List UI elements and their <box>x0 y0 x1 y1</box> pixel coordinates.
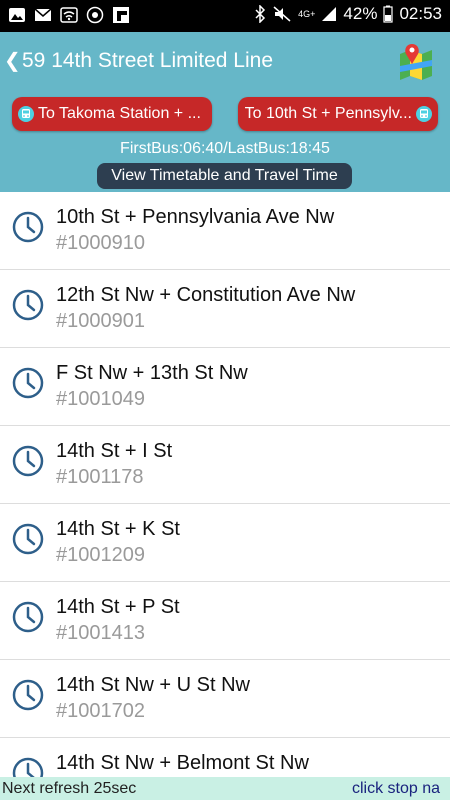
stop-item[interactable]: 12th St Nw + Constitution Ave Nw #100090… <box>0 270 450 348</box>
first-last-bus-times: FirstBus:06:40/LastBus:18:45 <box>120 140 330 157</box>
bus-icon <box>416 106 432 122</box>
stop-id: #1001049 <box>56 388 145 410</box>
stop-id: #1001413 <box>56 622 145 644</box>
clock-icon <box>12 679 44 711</box>
clock-icon <box>12 445 44 477</box>
wifi-icon <box>60 7 78 23</box>
chrome-icon <box>86 6 104 24</box>
bluetooth-icon <box>255 5 266 23</box>
stop-name: F St Nw + 13th St Nw <box>56 362 248 384</box>
stop-name: 14th St Nw + U St Nw <box>56 674 250 696</box>
system-indicators: 4G+ 42% 02:53 <box>254 4 442 24</box>
battery-icon <box>383 5 394 23</box>
view-timetable-button[interactable]: View Timetable and Travel Time <box>97 163 352 189</box>
stop-item[interactable]: 10th St + Pennsylvania Ave Nw #1000910 <box>0 192 450 270</box>
signal-icon <box>322 7 337 21</box>
clock-time: 02:53 <box>399 4 442 23</box>
stop-item[interactable]: F St Nw + 13th St Nw #1001049 <box>0 348 450 426</box>
stop-item[interactable]: 14th St + P St #1001413 <box>0 582 450 660</box>
clock-icon <box>12 757 44 777</box>
flipboard-icon <box>113 7 129 23</box>
stop-id: #1001209 <box>56 544 145 566</box>
stop-id: #1001702 <box>56 700 145 722</box>
stop-item[interactable]: 14th St Nw + U St Nw #1001702 <box>0 660 450 738</box>
bus-icon <box>18 106 34 122</box>
stop-id: #1000910 <box>56 232 145 254</box>
route-title[interactable]: 59 14th Street Limited Line <box>22 49 273 73</box>
marquee-hint: click stop na <box>352 780 441 797</box>
clock-icon <box>12 367 44 399</box>
clock-icon <box>12 211 44 243</box>
direction-label: To Takoma Station + ... <box>38 105 201 122</box>
direction-button-10th-st[interactable]: To 10th St + Pennsylv... <box>238 97 438 131</box>
refresh-countdown: Next refresh 25sec <box>2 780 137 797</box>
stop-list[interactable]: 10th St + Pennsylvania Ave Nw #1000910 1… <box>0 192 450 777</box>
clock-icon <box>12 601 44 633</box>
route-header: ❮ 59 14th Street Limited Line To Takoma … <box>0 32 450 192</box>
mute-icon <box>273 6 291 22</box>
direction-button-takoma[interactable]: To Takoma Station + ... <box>12 97 212 131</box>
stop-name: 14th St + I St <box>56 440 173 462</box>
stop-name: 14th St Nw + Belmont St Nw <box>56 752 309 774</box>
battery-percent: 42% <box>343 4 378 23</box>
network-type: 4G+ <box>298 9 316 19</box>
stop-item[interactable]: 14th St + K St #1001209 <box>0 504 450 582</box>
stop-id: #1001178 <box>56 466 144 488</box>
refresh-footer: Next refresh 25sec click stop na <box>0 777 450 800</box>
stop-name: 14th St + P St <box>56 596 180 618</box>
direction-label: To 10th St + Pennsylv... <box>244 105 412 122</box>
clock-icon <box>12 523 44 555</box>
stop-name: 14th St + K St <box>56 518 180 540</box>
stop-id: #1000901 <box>56 310 145 332</box>
map-icon[interactable] <box>396 42 436 82</box>
status-bar: 4G+ 42% 02:53 <box>0 0 450 32</box>
mail-icon <box>34 8 52 21</box>
clock-icon <box>12 289 44 321</box>
notification-icons <box>8 6 130 24</box>
title-row: ❮ 59 14th Street Limited Line <box>0 32 450 90</box>
stop-name: 12th St Nw + Constitution Ave Nw <box>56 284 356 306</box>
stop-item[interactable]: 14th St + I St #1001178 <box>0 426 450 504</box>
stop-name: 10th St + Pennsylvania Ave Nw <box>56 206 335 228</box>
chevron-left-icon[interactable]: ❮ <box>4 48 21 73</box>
image-icon <box>9 8 25 22</box>
stop-item[interactable]: 14th St Nw + Belmont St Nw <box>0 738 450 777</box>
